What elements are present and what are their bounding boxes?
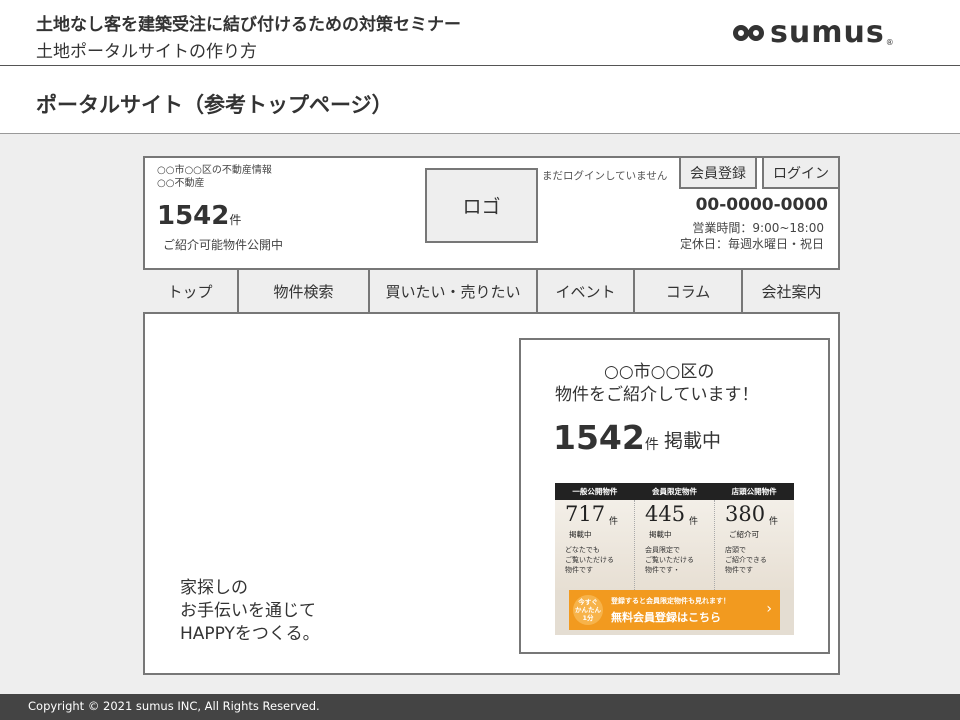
- site-area-name: ○○市○○区の不動産情報: [157, 165, 272, 176]
- banner-header-row: 一般公開物件 会員限定物件 店頭公開物件: [555, 483, 794, 500]
- banner-unit: 件: [609, 517, 619, 527]
- cta-subtext: 登録すると会員限定物件も見れます！: [611, 597, 730, 605]
- tagline-line: 家探しの: [180, 578, 248, 598]
- info-intro-text: 物件をご紹介しています！: [555, 385, 759, 405]
- banner-count: 380: [725, 502, 766, 526]
- business-hours: 営業時間：9:00~18:00 定休日：毎週水曜日・祝日: [640, 220, 824, 252]
- registered-mark: ®: [885, 37, 894, 47]
- nav-item-company[interactable]: 会社案内: [743, 270, 840, 312]
- member-registration-banner[interactable]: 一般公開物件 会員限定物件 店頭公開物件 717 件 掲載中 どなたでも ご覧いた…: [555, 483, 794, 635]
- nav-item-event[interactable]: イベント: [538, 270, 635, 312]
- tagline-line: お手伝いを通じて: [180, 601, 316, 621]
- banner-col-head: 店頭公開物件: [731, 487, 777, 496]
- holiday-text: 定休日：毎週水曜日・祝日: [679, 237, 824, 251]
- tagline-line: HAPPYをつくる。: [180, 624, 320, 644]
- banner-desc: 会員限定で ご覧いただける 物件です・: [645, 546, 694, 574]
- banner-col-members: 445 件 掲載中 会員限定で ご覧いただける 物件です・: [635, 500, 715, 590]
- site-count-caption: ご紹介可能物件公開中: [163, 238, 284, 252]
- hours-text: 営業時間：9:00~18:00: [692, 221, 824, 235]
- logo-placeholder[interactable]: ロゴ: [425, 168, 538, 243]
- banner-sub: ご紹介可: [729, 530, 759, 539]
- login-button[interactable]: ログイン: [762, 156, 840, 189]
- nav-item-search[interactable]: 物件検索: [239, 270, 370, 312]
- slide-header: 土地なし客を建築受注に結び付けるための対策セミナー 土地ポータルサイトの作り方 …: [0, 0, 960, 66]
- banner-columns: 717 件 掲載中 どなたでも ご覧いただける 物件です 445 件 掲載中 会員限…: [555, 500, 794, 590]
- site-company-name: ○○不動産: [157, 178, 205, 189]
- login-status: まだログインしていません: [542, 170, 668, 182]
- banner-unit: 件: [769, 517, 779, 527]
- slide-title: 土地なし客を建築受注に結び付けるための対策セミナー: [36, 15, 461, 35]
- section-title: ポータルサイト（参考トップページ）: [36, 93, 393, 117]
- site-property-count: 1542件: [157, 201, 242, 231]
- banner-desc: 店頭で ご紹介できる 物件です: [725, 546, 767, 574]
- phone-number[interactable]: 00-0000-0000: [690, 195, 828, 215]
- sumus-logo: sumus ®: [733, 16, 894, 50]
- hero-tagline: 家探しの お手伝いを通じて HAPPYをつくる。: [180, 577, 320, 646]
- chevron-right-icon: ›: [766, 601, 772, 617]
- banner-sub: 掲載中: [569, 530, 592, 539]
- info-count-suffix: 掲載中: [664, 430, 722, 452]
- banner-unit: 件: [689, 517, 699, 527]
- register-button[interactable]: 会員登録: [679, 156, 757, 189]
- banner-count: 717: [565, 502, 606, 526]
- info-property-count: 1542件: [553, 418, 659, 457]
- banner-count: 445: [645, 502, 686, 526]
- global-nav: トップ 物件検索 買いたい・売りたい イベント コラム 会社案内: [143, 268, 840, 314]
- banner-col-head: 会員限定物件: [652, 487, 697, 496]
- banner-col-public: 717 件 掲載中 どなたでも ご覧いただける 物件です: [555, 500, 635, 590]
- banner-sub: 掲載中: [649, 530, 672, 539]
- sumus-logo-mark-icon: [733, 25, 764, 41]
- banner-desc: どなたでも ご覧いただける 物件です: [565, 546, 614, 574]
- slide-footer: Copyright © 2021 sumus INC, All Rights R…: [0, 694, 960, 720]
- cta-label: 無料会員登録はこちら: [611, 611, 721, 624]
- sumus-logo-text: sumus: [770, 15, 885, 50]
- copyright-text: Copyright © 2021 sumus INC, All Rights R…: [28, 699, 320, 713]
- nav-item-column[interactable]: コラム: [635, 270, 743, 312]
- nav-item-buy-sell[interactable]: 買いたい・売りたい: [370, 270, 538, 312]
- banner-col-store: 380 件 ご紹介可 店頭で ご紹介できる 物件です: [715, 500, 794, 590]
- banner-col-head: 一般公開物件: [572, 487, 618, 496]
- info-area-text: ○○市○○区の: [604, 362, 715, 382]
- cta-badge: 今すぐ かんたん 1分: [573, 595, 603, 625]
- free-registration-cta[interactable]: 今すぐ かんたん 1分 登録すると会員限定物件も見れます！ 無料会員登録はこちら ›: [569, 590, 780, 630]
- nav-item-top[interactable]: トップ: [143, 270, 239, 312]
- slide-subtitle: 土地ポータルサイトの作り方: [36, 42, 257, 62]
